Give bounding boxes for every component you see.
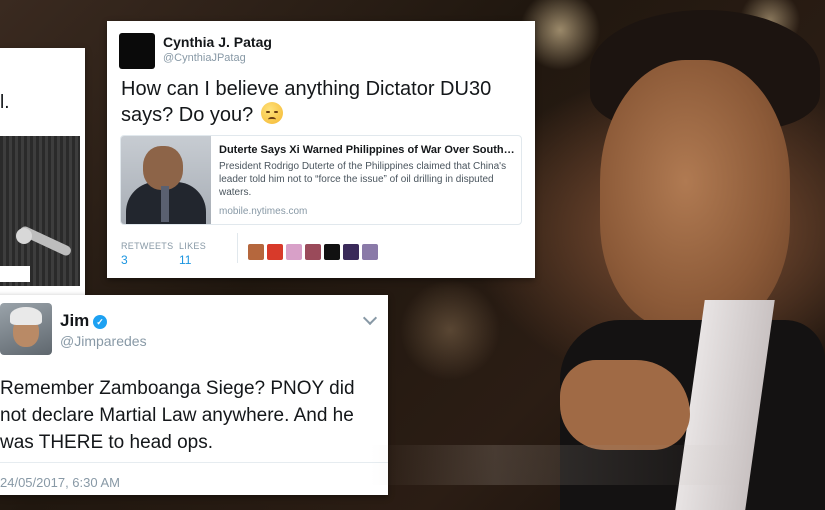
link-url: mobile.nytimes.com [219, 206, 308, 217]
tweet-timestamp: 24/05/2017, 6:30 AM [0, 475, 120, 490]
divider [0, 462, 388, 463]
microphone-head [16, 228, 32, 244]
liker-avatar[interactable] [267, 244, 283, 260]
stats-separator [237, 233, 238, 263]
avatar[interactable] [0, 303, 52, 355]
tweet-text: Remember Zamboanga Siege? PNOY did not d… [0, 378, 355, 453]
likes-label: LIKES [179, 241, 207, 251]
link-preview-card[interactable]: Duterte Says Xi Warned Philippines of Wa… [120, 135, 522, 225]
retweets-count[interactable]: 3 [121, 253, 128, 267]
partial-tweet-card: l. [0, 48, 85, 298]
liker-avatars [248, 244, 378, 260]
thumbnail-tie [161, 186, 169, 222]
display-name[interactable]: Jim [60, 311, 89, 331]
partial-tweet-photo [0, 136, 80, 286]
user-handle[interactable]: @Jimparedes [60, 333, 147, 349]
liker-avatar[interactable] [248, 244, 264, 260]
tweet-card-jim: Jim ✓ @Jimparedes Remember Zamboanga Sie… [0, 295, 388, 495]
person-face [600, 60, 790, 330]
likes-count[interactable]: 11 [179, 253, 191, 267]
pensive-face-emoji-icon [260, 102, 283, 124]
link-description: President Rodrigo Duterte of the Philipp… [219, 161, 507, 198]
avatar-hair [10, 307, 42, 325]
chevron-down-icon[interactable] [362, 310, 378, 326]
link-thumbnail [121, 136, 211, 224]
partial-tweet-text: l. [0, 92, 10, 113]
retweets-label: RETWEETS [121, 241, 174, 251]
display-name[interactable]: Cynthia J. Patag [163, 34, 272, 50]
avatar[interactable] [119, 33, 155, 69]
tweet-card-cynthia: Cynthia J. Patag @CynthiaJPatag How can … [107, 21, 535, 278]
caption-fragment [0, 266, 30, 282]
tweet-text-body: How can I believe anything Dictator DU30… [121, 78, 492, 126]
liker-avatar[interactable] [362, 244, 378, 260]
user-handle[interactable]: @CynthiaJPatag [163, 52, 246, 64]
liker-avatar[interactable] [286, 244, 302, 260]
thumbnail-head [143, 146, 183, 190]
link-title: Duterte Says Xi Warned Philippines of Wa… [219, 144, 517, 156]
tweet-text: How can I believe anything Dictator DU30… [121, 76, 531, 128]
liker-avatar[interactable] [324, 244, 340, 260]
person-hand [560, 360, 690, 450]
liker-avatar[interactable] [305, 244, 321, 260]
liker-avatar[interactable] [343, 244, 359, 260]
verified-badge-icon: ✓ [93, 315, 107, 329]
